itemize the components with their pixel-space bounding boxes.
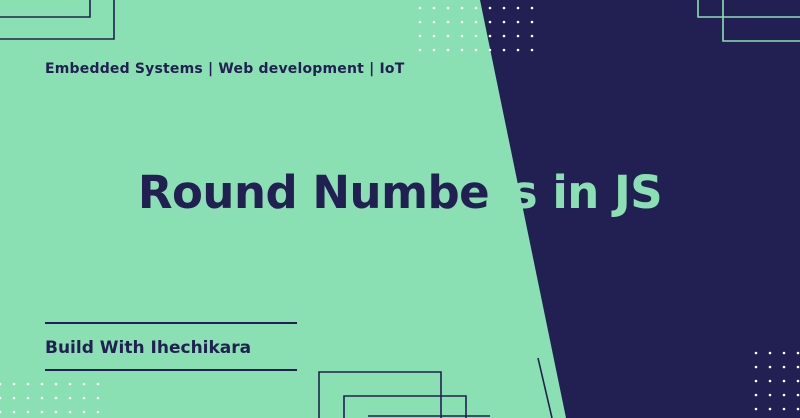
decor-dot [0,396,2,400]
decor-dot [488,6,492,10]
decor-dot [54,382,58,386]
decor-dot [796,379,800,383]
decor-dot [460,20,464,24]
decor-dot [754,351,758,355]
decor-dot [754,407,758,411]
decor-dot [530,48,534,52]
decor-dot [68,396,72,400]
decor-dot [754,393,758,397]
tagline: Embedded Systems | Web development | IoT [45,61,405,77]
decor-dot [82,410,86,414]
decor-dot [0,410,2,414]
decor-dot [418,20,422,24]
decor-dot [502,48,506,52]
decor-dot [530,34,534,38]
decor-dot [782,407,786,411]
decor-dot [768,407,772,411]
decor-dot [40,410,44,414]
decor-dot [516,34,520,38]
decor-dot [446,20,450,24]
decor-dot [418,48,422,52]
decor-dot [516,20,520,24]
decor-dot [460,6,464,10]
decor-dot [446,34,450,38]
decor-dot [474,34,478,38]
author-box: Build With Ihechikara [45,322,297,371]
decor-dot [432,34,436,38]
decor-dot [474,20,478,24]
decor-dot [488,48,492,52]
decor-dot [796,393,800,397]
decor-dot [40,382,44,386]
decor-dot [96,396,100,400]
title-dark-part: Round Numbe [137,166,490,219]
decor-dot [26,410,30,414]
decor-dot [782,379,786,383]
decor-dot [54,396,58,400]
decor-dot [432,20,436,24]
decor-dot [12,396,16,400]
decor-dot [474,6,478,10]
decor-dot [782,351,786,355]
decor-dot [796,365,800,369]
decor-dot [516,48,520,52]
decor-dot [418,34,422,38]
title-light-part: rs in JS [489,166,663,219]
decor-dot [768,379,772,383]
thumbnail-banner: Embedded Systems | Web development | IoT… [0,0,800,418]
decor-dot [754,379,758,383]
decor-dot [782,365,786,369]
decor-dot [82,382,86,386]
decor-dot [530,20,534,24]
decor-dot [0,382,2,386]
decor-dot [796,407,800,411]
author-name: Build With Ihechikara [45,338,252,358]
decor-dot [432,6,436,10]
decor-dot [796,351,800,355]
decor-dot [446,48,450,52]
decor-dot [432,48,436,52]
decor-dot [96,382,100,386]
decor-dot [418,6,422,10]
decor-dot [26,382,30,386]
decor-dot [768,365,772,369]
decor-dot [40,396,44,400]
decor-dot [82,396,86,400]
decor-dot [488,20,492,24]
decor-dot [474,48,478,52]
decor-dot [768,351,772,355]
decor-dot [446,6,450,10]
decor-dot [530,6,534,10]
decor-dot [502,20,506,24]
decor-dot [12,410,16,414]
page-title: Round Numbers in JS [0,166,800,219]
decor-dot [768,393,772,397]
decor-dot [68,382,72,386]
decor-dot [516,6,520,10]
decor-dot [54,410,58,414]
decor-dot [488,34,492,38]
decor-dot [502,34,506,38]
decor-dot [754,365,758,369]
decor-dot [460,48,464,52]
decor-dot [460,34,464,38]
decor-dot [96,410,100,414]
decor-dot [12,382,16,386]
decor-dot [782,393,786,397]
decor-dot [502,6,506,10]
decor-dot [26,396,30,400]
decor-dot [68,410,72,414]
